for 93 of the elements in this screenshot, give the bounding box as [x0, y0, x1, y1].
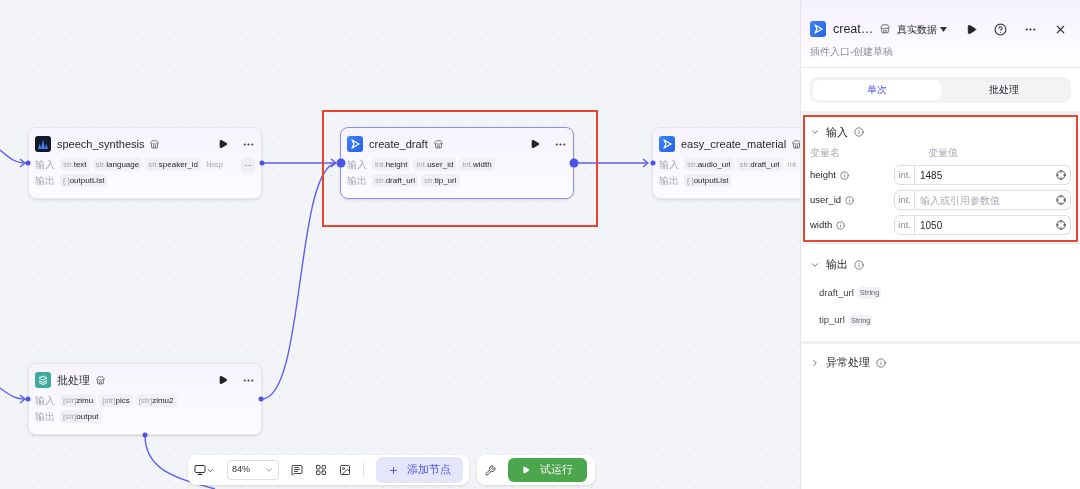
node-title: 批处理 [57, 373, 90, 388]
section-title: 异常处理 [826, 355, 870, 371]
caret-icon [940, 26, 948, 32]
store-icon [880, 24, 891, 35]
node-title: speech_synthesis [57, 137, 145, 152]
parameter-tag: int.height [372, 157, 411, 171]
panel-subtitle: 插件入口-创建草稿 [810, 44, 895, 59]
wrench-icon[interactable] [485, 464, 496, 476]
store-icon [433, 139, 443, 149]
type-prefix: int. [894, 215, 915, 236]
parameter-tag: str.draft_url [736, 157, 783, 171]
input-label: 输入 [659, 157, 679, 171]
parameter-tag: str.tip_url [421, 173, 460, 187]
play-logo-icon [659, 136, 675, 153]
play-logo-icon [810, 21, 826, 38]
workflow-node[interactable]: speech_synthesis 输入 str.text str.language str.speaker_id №sp ··· 输出 [ ]outputList [28, 127, 262, 199]
plus-icon [388, 464, 399, 476]
variable-name: height [810, 168, 836, 183]
parameter-tag: [str]zimu2 [135, 393, 177, 407]
store-icon [792, 139, 800, 149]
parameter-tag: int.width [459, 157, 495, 171]
play-icon[interactable] [530, 139, 540, 150]
column-header: 变量名 [810, 146, 841, 161]
more-tag[interactable]: ··· [241, 157, 255, 173]
expand-icon[interactable] [810, 357, 820, 368]
node-title: easy_create_material [681, 137, 787, 152]
play-icon[interactable] [218, 375, 228, 386]
caret-icon [264, 465, 274, 475]
parameter-tag: [ ]outputList [684, 173, 732, 187]
value-input[interactable]: 1485 [915, 165, 1071, 186]
workflow-node[interactable]: 批处理 输入 [str]zimu [str]pics [str]zimu2 输出 [str]output [28, 363, 262, 435]
output-label: 输出 [659, 173, 679, 187]
workflow-node[interactable]: create_draft 输入 int.height int.user_id int.width 输出 str.draft_url str.tip_url [340, 127, 574, 199]
value-input[interactable]: 输入或引用参数值 [915, 190, 1071, 211]
monitor-icon[interactable] [194, 464, 215, 476]
play-logo-icon [347, 136, 363, 153]
image-icon[interactable] [339, 464, 351, 476]
play-icon[interactable] [218, 139, 228, 150]
store-icon [96, 375, 105, 385]
grid-icon[interactable] [315, 464, 327, 476]
parameter-tag: №sp [204, 157, 226, 171]
parameter-tag: str.audio_url [684, 157, 734, 171]
output-label: 输出 [347, 173, 367, 187]
parameter-tag: str.text [60, 157, 90, 171]
info-icon[interactable] [839, 170, 849, 180]
target-icon[interactable] [1056, 220, 1066, 231]
column-header: 变量值 [928, 146, 958, 161]
info-icon[interactable] [845, 195, 855, 205]
comment-icon[interactable] [291, 464, 303, 476]
help-icon[interactable] [994, 22, 1007, 36]
input-label: 输入 [347, 157, 367, 171]
input-label: 输入 [35, 157, 55, 171]
output-label: 输出 [35, 173, 55, 187]
parameter-tag: [str]pics [99, 393, 133, 407]
add-node-button[interactable]: 添加节点 [376, 457, 463, 483]
target-icon[interactable] [1056, 195, 1066, 206]
target-icon[interactable] [1056, 170, 1066, 181]
section-title: 输出 [826, 257, 848, 273]
parameter-tag: str.speaker_id [145, 157, 201, 171]
node-title: create_draft [369, 137, 428, 152]
type-prefix: int. [894, 165, 915, 186]
connection-line [0, 149, 27, 168]
layers-icon [35, 372, 51, 389]
workflow-node[interactable]: easy_create_material 输入 str.audio_url str.draft_url int. 输出 [ ]outputList [652, 127, 800, 199]
tab[interactable]: 批处理 [940, 79, 1068, 100]
output-name: draft_url [819, 285, 854, 300]
tab[interactable]: 单次 [813, 79, 941, 100]
parameter-tag: [ ]outputList [60, 173, 108, 187]
type-prefix: int. [894, 190, 915, 211]
variable-name: user_id [810, 193, 842, 208]
play-icon [522, 466, 530, 474]
parameter-tag: str.draft_url [372, 173, 419, 187]
zoom-select[interactable]: 84% [227, 460, 279, 480]
store-icon [150, 139, 160, 149]
output-name: tip_url [819, 313, 845, 327]
waveform-icon [35, 136, 51, 153]
input-label: 输入 [35, 393, 55, 407]
parameter-tag: int. [785, 157, 800, 171]
expand-icon[interactable] [810, 127, 820, 137]
output-label: 输出 [35, 409, 55, 423]
connection-line [144, 434, 216, 489]
variable-name: width [810, 218, 833, 233]
connection-line [0, 387, 27, 404]
info-icon[interactable] [836, 220, 846, 230]
parameter-tag: [str]output [60, 409, 102, 423]
panel-title: creat… [833, 21, 874, 38]
data-mode-dropdown[interactable]: 真实数据 [897, 21, 948, 37]
parameter-tag: [str]zimu [60, 393, 97, 407]
parameter-tag: str.language [92, 157, 143, 171]
value-input[interactable]: 1050 [915, 215, 1071, 236]
parameter-tag: int.user_id [413, 157, 457, 171]
section-title: 输入 [826, 124, 848, 140]
play-icon[interactable] [966, 23, 977, 35]
